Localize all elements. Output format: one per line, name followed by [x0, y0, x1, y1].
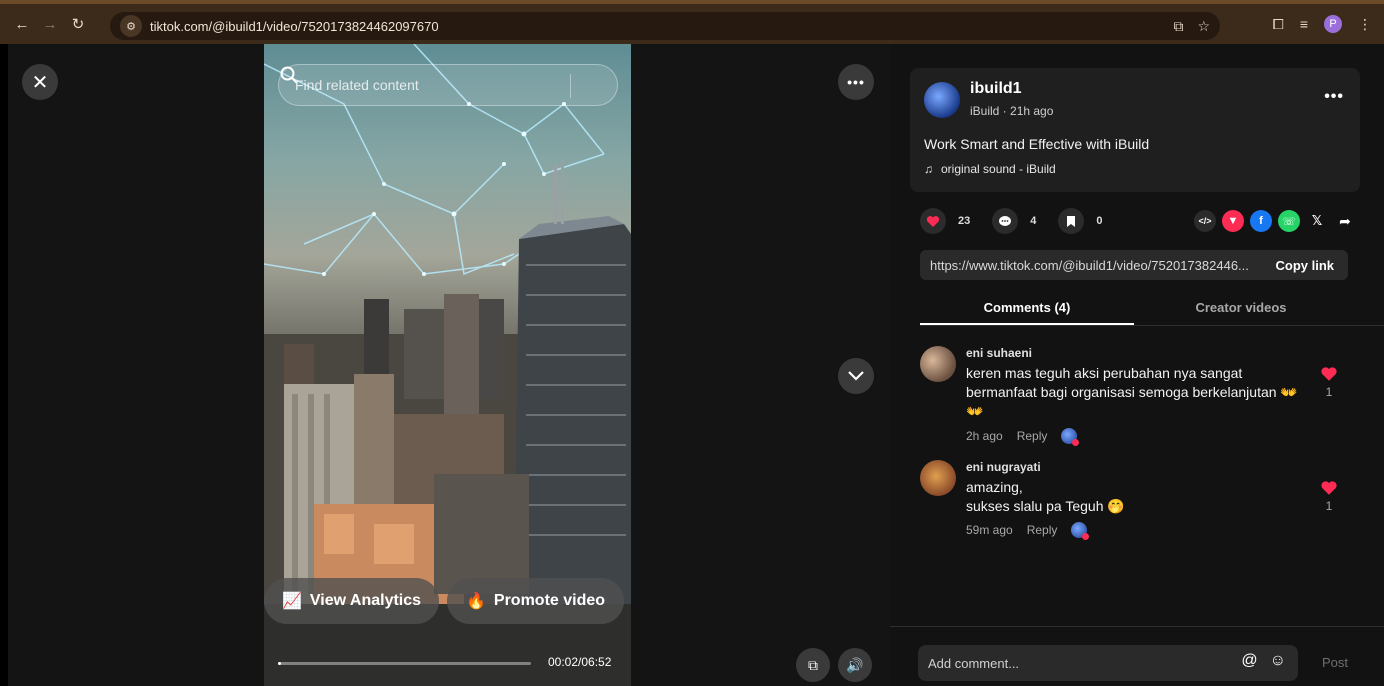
- install-app-icon[interactable]: ⧉: [1173, 18, 1183, 35]
- panel-tabs: Comments (4) Creator videos: [920, 288, 1384, 326]
- save-count: 0: [1096, 215, 1103, 227]
- comment-text: amazing, sukses slalu pa Teguh 🤭: [966, 478, 1306, 516]
- picture-in-picture-button[interactable]: ⧉: [796, 648, 830, 682]
- video-link-text[interactable]: https://www.tiktok.com/@ibuild1/video/75…: [920, 258, 1250, 273]
- search-divider: [570, 74, 571, 98]
- chevron-down-icon: [848, 371, 864, 381]
- comment-item: eni suhaeni keren mas teguh aksi perubah…: [920, 346, 1350, 446]
- author-username[interactable]: ibuild1: [970, 80, 1022, 98]
- bookmark-star-icon[interactable]: ☆: [1197, 18, 1210, 35]
- comment-text-line: sukses slalu pa Teguh 🤭: [966, 498, 1125, 514]
- post-comment-button[interactable]: Post: [1322, 655, 1348, 670]
- save-button[interactable]: [1058, 208, 1085, 234]
- post-caption: Work Smart and Effective with iBuild: [924, 136, 1150, 152]
- tab-creator-videos[interactable]: Creator videos: [1134, 300, 1348, 315]
- reply-button[interactable]: Reply: [1017, 429, 1048, 443]
- find-related-search[interactable]: Find related content: [278, 64, 618, 106]
- commenter-avatar[interactable]: [920, 346, 956, 382]
- volume-button[interactable]: 🔊: [838, 648, 872, 682]
- comment-like-count: 1: [1325, 385, 1333, 399]
- reply-button[interactable]: Reply: [1027, 523, 1058, 537]
- reading-list-icon[interactable]: ≡: [1300, 16, 1308, 32]
- url-text[interactable]: tiktok.com/@ibuild1/video/75201738244620…: [150, 19, 439, 34]
- share-options: </> ▼ f ☏ 𝕏 ➦: [1194, 210, 1356, 232]
- heart-icon: [1321, 481, 1337, 495]
- next-video-button[interactable]: [838, 358, 874, 394]
- comment-like-count: 1: [1325, 499, 1333, 513]
- address-bar[interactable]: ⚙ tiktok.com/@ibuild1/video/752017382446…: [110, 12, 1220, 40]
- sound-label: original sound - iBuild: [941, 162, 1056, 176]
- add-comment-input[interactable]: Add comment... @ ☺: [918, 645, 1298, 681]
- emoji-icon[interactable]: ☺: [1270, 652, 1286, 670]
- comment-like-button[interactable]: 1: [1314, 480, 1344, 513]
- heart-icon: [1321, 367, 1337, 381]
- creator-liked-avatar: [1071, 522, 1090, 540]
- comment-item: eni nugrayati amazing, sukses slalu pa T…: [920, 460, 1350, 540]
- video-player[interactable]: Find related content 📈 View Analytics 🔥 …: [264, 44, 631, 686]
- x-twitter-icon[interactable]: 𝕏: [1306, 210, 1328, 232]
- comment-composer: Add comment... @ ☺ Post: [890, 626, 1384, 686]
- author-avatar[interactable]: [924, 82, 960, 118]
- like-button[interactable]: [920, 208, 946, 234]
- site-info-icon[interactable]: ⚙: [120, 15, 142, 37]
- browser-toolbar: ← → ↻ ⚙ tiktok.com/@ibuild1/video/752017…: [0, 0, 1384, 44]
- reload-icon[interactable]: ↻: [64, 10, 92, 38]
- commenter-avatar[interactable]: [920, 460, 956, 496]
- copy-link-button[interactable]: Copy link: [1275, 258, 1334, 273]
- like-count: 23: [958, 215, 971, 227]
- comment-like-button[interactable]: 1: [1314, 366, 1344, 399]
- share-arrow-icon[interactable]: ➦: [1334, 210, 1356, 232]
- post-details-panel: ibuild1 iBuild · 21h ago ••• Work Smart …: [890, 44, 1384, 686]
- comment-placeholder: Add comment...: [928, 655, 1020, 671]
- promote-video-button[interactable]: 🔥 Promote video: [447, 578, 624, 624]
- tab-comments[interactable]: Comments (4): [920, 300, 1134, 315]
- post-info-card: ibuild1 iBuild · 21h ago ••• Work Smart …: [910, 68, 1360, 192]
- creator-liked-avatar: [1061, 428, 1080, 446]
- video-time: 00:02/06:52: [548, 655, 612, 669]
- comment-text-line: amazing,: [966, 479, 1023, 495]
- search-placeholder: Find related content: [295, 77, 419, 93]
- mention-icon[interactable]: @: [1241, 652, 1257, 670]
- active-tab-indicator: [920, 323, 1134, 325]
- analytics-chart-icon: 📈: [281, 593, 302, 610]
- flame-icon: 🔥: [465, 593, 486, 610]
- profile-avatar[interactable]: P: [1324, 15, 1342, 33]
- whatsapp-icon[interactable]: ☏: [1278, 210, 1300, 232]
- commenter-username[interactable]: eni nugrayati: [966, 460, 1041, 474]
- facebook-icon[interactable]: f: [1250, 210, 1272, 232]
- commenter-username[interactable]: eni suhaeni: [966, 346, 1032, 360]
- music-note-icon: ♫: [924, 162, 933, 176]
- bookmark-icon: [1067, 215, 1076, 227]
- video-progress-fill: [278, 662, 281, 665]
- embed-code-icon[interactable]: </>: [1194, 210, 1216, 232]
- view-analytics-button[interactable]: 📈 View Analytics: [264, 578, 439, 624]
- comment-text: keren mas teguh aksi perubahan nya sanga…: [966, 365, 1298, 419]
- comment-button[interactable]: [992, 208, 1019, 234]
- video-link-box: https://www.tiktok.com/@ibuild1/video/75…: [920, 250, 1348, 280]
- sound-link[interactable]: ♫ original sound - iBuild: [924, 162, 1056, 176]
- author-subtitle: iBuild · 21h ago: [970, 104, 1054, 118]
- video-stage: ✕ Find related content 📈 View Analytics …: [8, 44, 890, 686]
- back-arrow-icon[interactable]: ←: [8, 10, 36, 38]
- comment-meta: 59m ago Reply: [966, 522, 1090, 540]
- forward-arrow-icon[interactable]: →: [36, 10, 64, 38]
- comment-bubble-icon: [999, 215, 1012, 226]
- post-more-button[interactable]: •••: [1324, 88, 1344, 106]
- search-icon[interactable]: [279, 65, 299, 85]
- video-more-button[interactable]: •••: [838, 64, 874, 100]
- heart-icon: [926, 215, 940, 227]
- video-progress-bar[interactable]: [278, 662, 531, 665]
- comment-meta: 2h ago Reply: [966, 428, 1080, 446]
- view-analytics-label: View Analytics: [309, 592, 422, 609]
- promote-video-label: Promote video: [493, 592, 606, 609]
- comment-time: 59m ago: [966, 523, 1013, 537]
- extensions-icon[interactable]: ⧠: [1273, 16, 1284, 33]
- engagement-actions: 23 4 0: [920, 206, 1113, 236]
- comment-time: 2h ago: [966, 429, 1003, 443]
- send-to-friends-icon[interactable]: ▼: [1222, 210, 1244, 232]
- browser-menu-icon[interactable]: ⋮: [1358, 16, 1372, 33]
- comment-count: 4: [1030, 215, 1037, 227]
- close-button[interactable]: ✕: [22, 64, 58, 100]
